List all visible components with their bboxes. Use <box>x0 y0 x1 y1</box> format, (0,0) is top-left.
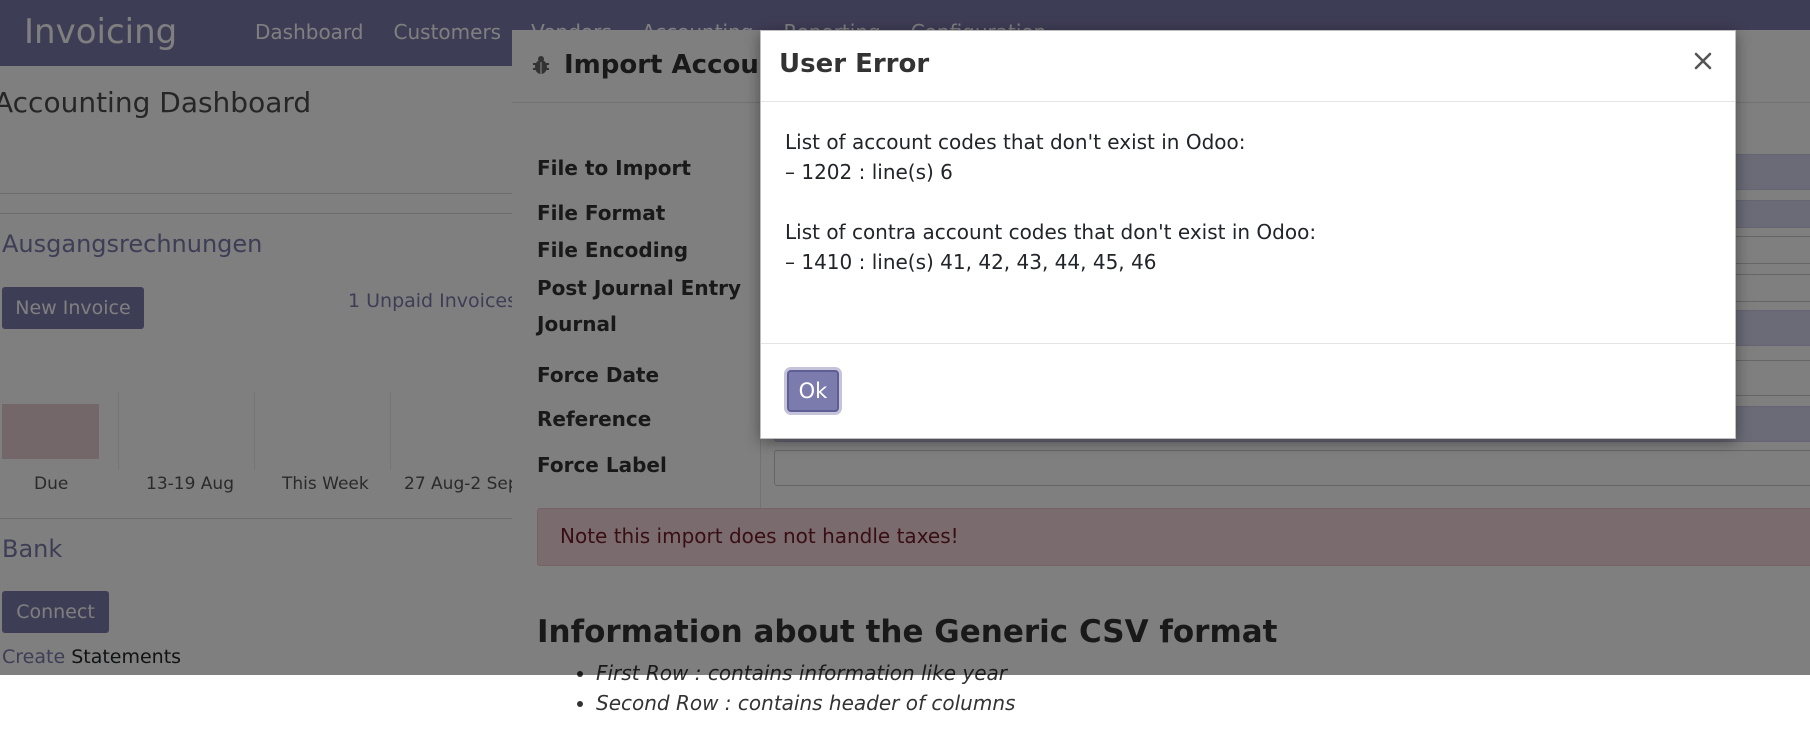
message-line: – 1410 : line(s) 41, 42, 43, 44, 45, 46 <box>785 250 1157 274</box>
dialog-message: List of account codes that don't exist i… <box>785 127 1711 277</box>
ok-button[interactable]: Ok <box>787 370 839 412</box>
user-error-dialog: User Error List of account codes that do… <box>760 30 1736 439</box>
close-icon[interactable] <box>1685 43 1721 79</box>
dialog-title: User Error <box>779 49 930 79</box>
message-line: – 1202 : line(s) 6 <box>785 160 953 184</box>
list-item: Second Row : contains header of columns <box>596 691 1015 715</box>
message-line: List of contra account codes that don't … <box>785 220 1317 244</box>
dialog-footer-divider <box>761 343 1735 344</box>
message-line <box>785 187 1711 217</box>
message-line: List of account codes that don't exist i… <box>785 130 1246 154</box>
dialog-header: User Error <box>761 31 1735 102</box>
